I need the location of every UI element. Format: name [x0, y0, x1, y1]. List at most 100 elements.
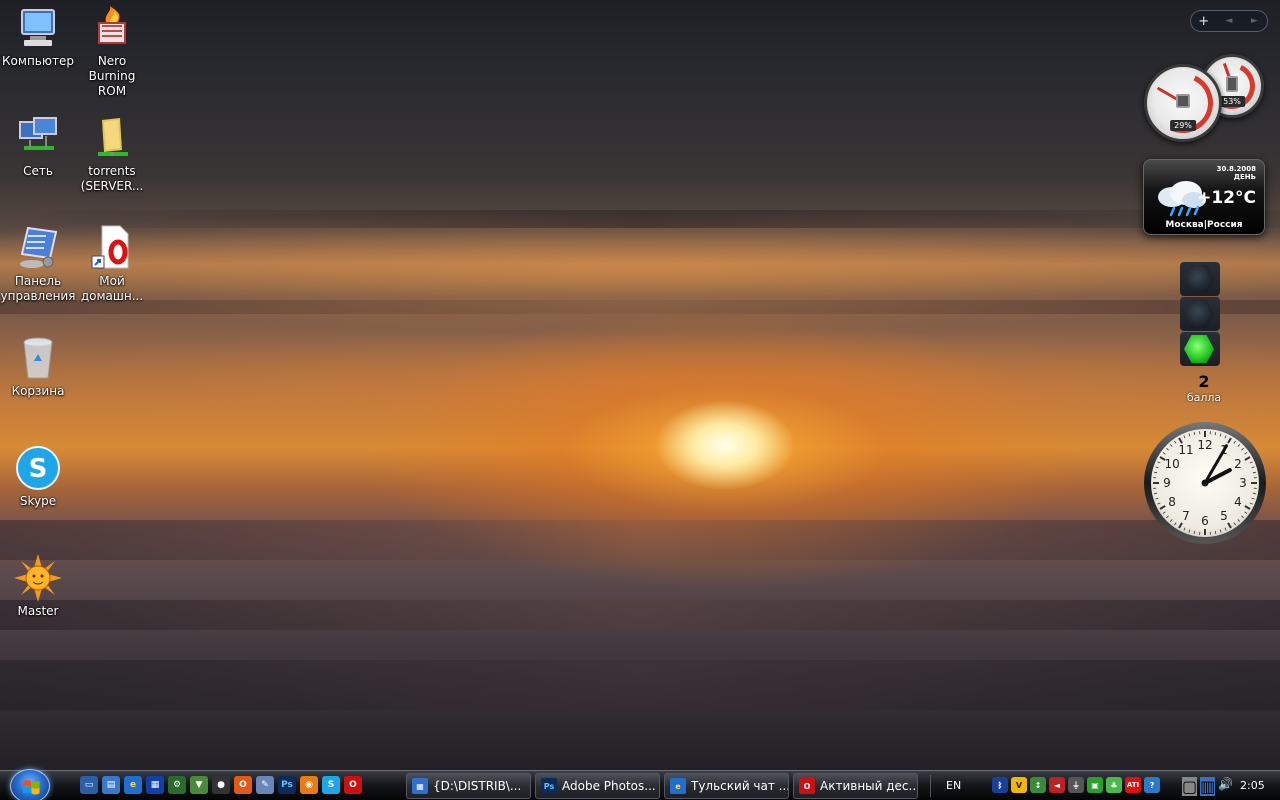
clock-number: 9 — [1163, 476, 1171, 490]
add-gadget-button[interactable]: + — [1192, 14, 1216, 29]
opera-quicklaunch-icon[interactable]: O — [344, 776, 362, 794]
desktop-icon-master[interactable]: Master — [0, 554, 76, 619]
firefox-icon[interactable]: ◉ — [300, 776, 318, 794]
traffic-score-unit: балла — [1186, 391, 1222, 404]
weather-gadget[interactable]: 30.8.2008 ДЕНЬ +12°C Москва|Россия — [1143, 159, 1265, 235]
network-status-icon[interactable]: ↕ — [1030, 777, 1046, 793]
clock-number: 3 — [1239, 476, 1247, 490]
previous-page-button[interactable]: ◄ — [1217, 16, 1241, 26]
clock-number: 10 — [1164, 457, 1179, 471]
cpu-percent: 29% — [1170, 120, 1196, 131]
tray-sync-icon[interactable]: ▣ — [1087, 777, 1103, 793]
volume-icon[interactable]: 🔊 — [1218, 777, 1233, 796]
traffic-red-lamp — [1180, 262, 1220, 296]
desktop-icon-label: Компьютер — [2, 54, 74, 68]
photoshop-quicklaunch-icon[interactable]: Ps — [278, 776, 296, 794]
network-folder-icon — [88, 114, 136, 162]
cpu-chip-icon — [1176, 94, 1190, 108]
internet-explorer-icon[interactable]: e — [124, 776, 142, 794]
memory-percent: 53% — [1219, 96, 1245, 107]
traffic-yellow-lamp — [1180, 297, 1220, 331]
task-tula-chat[interactable]: e Тульский чат ... — [664, 773, 789, 799]
svg-text:S: S — [29, 454, 48, 484]
start-button[interactable] — [10, 769, 50, 800]
control-panel-icon — [14, 224, 62, 272]
skype-quicklaunch-icon[interactable]: S — [322, 776, 340, 794]
desktop-icon-recycle-bin[interactable]: Корзина — [0, 334, 76, 399]
recycle-bin-icon — [14, 334, 62, 382]
weather-temperature: +12°C — [1197, 188, 1256, 208]
task-label: {D:\DISTRIB\... — [433, 779, 522, 793]
weather-date: 30.8.2008 — [1216, 165, 1256, 173]
help-icon[interactable]: ? — [1144, 777, 1160, 793]
messenger-icon[interactable]: ♣ — [1106, 777, 1122, 793]
antivirus-icon[interactable]: V — [1011, 777, 1027, 793]
tray-monitor-icon[interactable]: ▢ — [1182, 777, 1198, 796]
clock-number: 6 — [1201, 514, 1209, 528]
desktop-icon-opera-home[interactable]: Мой домашн... — [74, 224, 150, 304]
notepad-icon[interactable]: ✎ — [256, 776, 274, 794]
weather-location: Москва|Россия — [1165, 220, 1243, 230]
clock-number: 11 — [1178, 443, 1193, 457]
task-buttons: ▦ {D:\DISTRIB\... Ps Adobe Photos... e Т… — [406, 773, 918, 799]
clock-number: 7 — [1182, 509, 1190, 523]
clock-center-pin — [1201, 479, 1209, 487]
computer-icon — [14, 4, 62, 52]
sun-master-icon — [14, 554, 62, 602]
quick-launch: ▭ ▤ e ▦ ⚙ ▼ ● O ✎ Ps ◉ S O — [80, 776, 362, 796]
tray-clock[interactable]: 2:05 — [1240, 779, 1265, 792]
desktop-icon-label: Мой домашн... — [80, 274, 144, 303]
opera-document-shortcut-icon — [88, 224, 136, 272]
desktop-icon-label: Панель управления — [0, 274, 76, 303]
photoshop-icon: Ps — [541, 778, 557, 794]
skype-icon: S — [14, 444, 62, 492]
nero-flame-icon — [88, 4, 136, 52]
desktop-icon-computer[interactable]: Компьютер — [0, 4, 76, 69]
ati-icon[interactable]: ATI — [1125, 777, 1141, 793]
desktop-icon-label: Nero Burning ROM — [88, 54, 136, 98]
desktop-icon-nero[interactable]: Nero Burning ROM — [74, 4, 150, 99]
system-tray: ᛒ V ↕ ◄ ⏚ ▣ ♣ ATI ? — [992, 777, 1160, 793]
tray-app-icon[interactable]: ◄ — [1049, 777, 1065, 793]
office-icon[interactable]: O — [234, 776, 252, 794]
clock-number: 8 — [1168, 495, 1176, 509]
switch-windows-icon[interactable]: ▤ — [102, 776, 120, 794]
show-desktop-icon[interactable]: ▭ — [80, 776, 98, 794]
task-explorer-distrib[interactable]: ▦ {D:\DISTRIB\... — [406, 773, 531, 799]
network-tool-icon[interactable]: ⚙ — [168, 776, 186, 794]
desktop-icon-label: torrents (SERVER... — [80, 164, 144, 193]
next-page-button[interactable]: ► — [1242, 16, 1266, 26]
desktop-icon-torrents[interactable]: torrents (SERVER... — [74, 114, 150, 194]
opera-icon: O — [799, 778, 815, 794]
task-photoshop[interactable]: Ps Adobe Photos... — [535, 773, 660, 799]
clock-number: 2 — [1234, 457, 1242, 471]
media-player-icon[interactable]: ● — [212, 776, 230, 794]
desktop-icon-network[interactable]: Сеть — [0, 114, 76, 179]
usb-icon[interactable]: ⏚ — [1068, 777, 1084, 793]
task-label: Adobe Photos... — [562, 779, 656, 793]
network-connection-icon[interactable]: ▥ — [1200, 777, 1216, 796]
desktop-icon-control-panel[interactable]: Панель управления — [0, 224, 76, 304]
bluetooth-icon[interactable]: ᛒ — [992, 777, 1008, 793]
cpu-meter-gadget[interactable]: 29% — [1144, 64, 1222, 142]
desktop-icon-label: Master — [17, 604, 59, 618]
taskbar: ▭ ▤ e ▦ ⚙ ▼ ● O ✎ Ps ◉ S O ▦ {D:\DISTRIB… — [0, 769, 1280, 800]
network-icon — [14, 114, 62, 162]
desktop-icon-skype[interactable]: S Skype — [0, 444, 76, 509]
internet-explorer-icon: e — [670, 778, 686, 794]
task-label: Активный дес... — [820, 779, 918, 793]
clock-number: 5 — [1220, 509, 1228, 523]
traffic-gadget[interactable] — [1180, 262, 1222, 368]
clock-number: 4 — [1234, 495, 1242, 509]
calculator-icon[interactable]: ▦ — [146, 776, 164, 794]
clock-gadget[interactable]: 123456789101112 — [1142, 420, 1268, 546]
language-indicator[interactable]: EN — [946, 779, 961, 792]
windows-logo-icon — [23, 780, 40, 795]
task-active-desktop[interactable]: O Активный дес... — [793, 773, 918, 799]
memory-chip-icon — [1226, 76, 1238, 92]
traffic-green-lamp — [1180, 332, 1220, 366]
download-manager-icon[interactable]: ▼ — [190, 776, 208, 794]
traffic-score-number: 2 — [1198, 372, 1210, 391]
task-label: Тульский чат ... — [691, 779, 789, 793]
desktop-icon-label: Сеть — [23, 164, 53, 178]
